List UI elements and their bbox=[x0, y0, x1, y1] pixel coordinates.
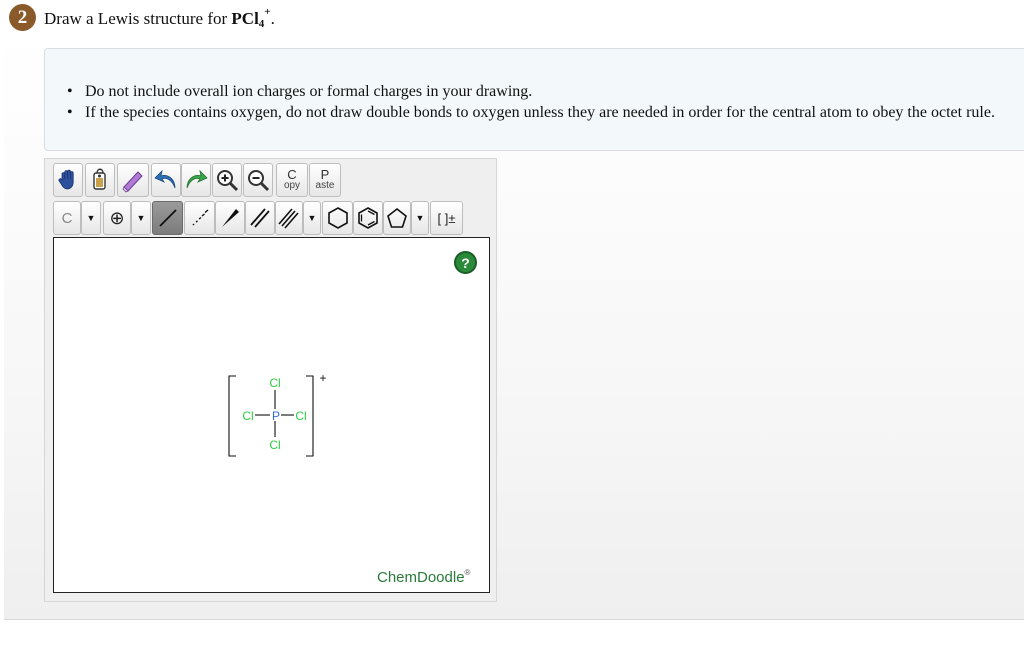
formula: PCl4+ bbox=[231, 6, 270, 30]
pentagon-ring-icon bbox=[387, 207, 407, 228]
chevron-down-icon: ▼ bbox=[307, 213, 317, 223]
atom-ligand-top: Cl bbox=[269, 376, 280, 390]
paste-label: aste bbox=[315, 180, 335, 191]
zoom-in-icon bbox=[217, 170, 239, 192]
double-bond-icon bbox=[250, 208, 270, 228]
paste-letter: P bbox=[320, 167, 330, 182]
chemdoodle-brand: ChemDoodle® bbox=[377, 568, 470, 586]
hand-tool-button[interactable] bbox=[53, 163, 83, 197]
question-number: 2 bbox=[9, 4, 36, 31]
hashed-bond-icon bbox=[192, 209, 208, 226]
prompt-suffix: . bbox=[270, 9, 275, 28]
zoom-out-icon bbox=[248, 170, 270, 192]
hashed-bond-button[interactable] bbox=[184, 201, 215, 235]
eraser-tool-button[interactable] bbox=[117, 163, 149, 197]
eraser-icon bbox=[122, 171, 143, 193]
ion-charge: + bbox=[319, 371, 326, 385]
zoom-in-button[interactable] bbox=[212, 163, 242, 197]
double-bond-button[interactable] bbox=[245, 201, 275, 235]
wedge-bond-button[interactable] bbox=[215, 201, 245, 235]
single-bond-button[interactable] bbox=[152, 201, 183, 235]
lewis-structure[interactable]: P Cl Cl Cl Cl + bbox=[218, 368, 338, 463]
prompt-prefix: Draw a Lewis structure for bbox=[44, 9, 232, 28]
formula-subscript: 4 bbox=[258, 18, 265, 30]
copy-letter: C bbox=[287, 167, 297, 182]
chevron-down-icon: ▼ bbox=[136, 213, 146, 223]
cyclohexane-button[interactable] bbox=[322, 201, 353, 235]
triple-bond-icon bbox=[278, 208, 299, 229]
undo-button[interactable] bbox=[151, 163, 181, 197]
question-prompt: Draw a Lewis structure for PCl4+. bbox=[44, 6, 275, 30]
benzene-button[interactable] bbox=[353, 201, 383, 235]
hexagon-ring-icon bbox=[327, 207, 348, 229]
atom-ligand-right: Cl bbox=[295, 409, 306, 423]
lasso-tool-button[interactable] bbox=[85, 163, 115, 197]
lasso-icon bbox=[93, 168, 106, 190]
redo-icon bbox=[186, 169, 208, 189]
copy-label: opy bbox=[283, 180, 301, 191]
bond-dropdown[interactable]: ▼ bbox=[303, 201, 321, 235]
atom-central: P bbox=[272, 409, 280, 423]
left-bracket bbox=[228, 375, 236, 457]
charge-tool-button[interactable]: ⊕ bbox=[103, 201, 131, 235]
ring-dropdown[interactable]: ▼ bbox=[411, 201, 429, 235]
hand-icon bbox=[58, 169, 74, 190]
brand-name: ChemDoodle bbox=[377, 569, 465, 586]
cyclopentane-button[interactable] bbox=[383, 201, 411, 235]
wedge-bond-icon bbox=[222, 209, 239, 227]
brand-mark: ® bbox=[464, 568, 471, 577]
charge-dropdown[interactable]: ▼ bbox=[131, 201, 151, 235]
copy-button[interactable]: Copy bbox=[276, 163, 308, 197]
element-dropdown[interactable]: ▼ bbox=[81, 201, 101, 235]
instructions-list: Do not include overall ion charges or fo… bbox=[67, 81, 995, 123]
paste-button[interactable]: Paste bbox=[309, 163, 341, 197]
atom-ligand-left: Cl bbox=[242, 409, 253, 423]
zoom-out-button[interactable] bbox=[243, 163, 273, 197]
single-bond-icon bbox=[158, 209, 177, 227]
redo-button[interactable] bbox=[181, 163, 211, 197]
instruction-item: If the species contains oxygen, do not d… bbox=[67, 102, 995, 123]
chevron-down-icon: ▼ bbox=[415, 213, 425, 223]
charge-plus-icon: ⊕ bbox=[109, 207, 125, 228]
right-bracket bbox=[306, 375, 314, 457]
atom-ligand-bottom: Cl bbox=[269, 438, 280, 452]
chevron-down-icon: ▼ bbox=[86, 213, 96, 223]
bracket-tool-button[interactable]: [ ]± bbox=[430, 201, 463, 235]
bracket-charge-icon: [ ]± bbox=[437, 210, 456, 226]
instructions-box: Do not include overall ion charges or fo… bbox=[44, 48, 1024, 151]
triple-bond-button[interactable] bbox=[275, 201, 303, 235]
formula-main: PCl bbox=[231, 9, 259, 28]
undo-icon bbox=[154, 169, 176, 189]
element-selector[interactable]: C bbox=[53, 201, 81, 235]
benzene-ring-icon bbox=[358, 207, 378, 229]
instruction-item: Do not include overall ion charges or fo… bbox=[67, 81, 995, 102]
help-icon[interactable]: ? bbox=[454, 251, 477, 274]
